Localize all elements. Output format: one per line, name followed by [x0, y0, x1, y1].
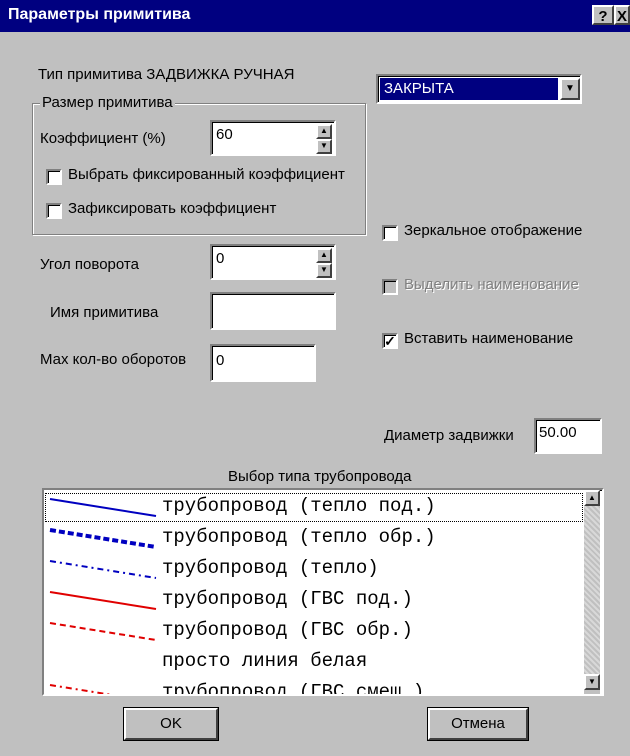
spin-up-icon[interactable]: ▲ [316, 124, 332, 139]
mirror-label: Зеркальное отображение [404, 222, 583, 239]
list-item[interactable]: трубопровод (ГВС обр.) [44, 616, 584, 647]
fixed-coef-label: Выбрать фиксированный коэффициент [68, 166, 345, 183]
max-turns-value: 0 [216, 352, 225, 369]
size-group-title: Размер примитива [40, 94, 175, 111]
highlight-name-checkbox[interactable] [382, 279, 398, 295]
list-item-label: трубопровод (тепло) [162, 557, 379, 579]
line-style-stroke [49, 684, 113, 694]
line-style-swatch [49, 652, 157, 673]
scrollbar[interactable]: ▲ ▼ [584, 490, 600, 694]
list-item-label: трубопровод (ГВС обр.) [162, 619, 413, 641]
scroll-track[interactable] [584, 506, 600, 674]
fixed-coef-checkbox[interactable] [46, 169, 62, 185]
spin-down-icon[interactable]: ▼ [316, 263, 332, 278]
fix-coef-label: Зафиксировать коэффициент [68, 200, 277, 217]
list-item-label: трубопровод (тепло обр.) [162, 526, 436, 548]
max-turns-input[interactable]: 0 [210, 344, 316, 382]
list-item-label: просто линия белая [162, 650, 368, 672]
list-item[interactable]: трубопровод (тепло под.) [44, 492, 584, 523]
help-button[interactable]: ? [592, 5, 614, 25]
line-style-stroke [49, 652, 157, 673]
cancel-button[interactable]: Отмена [427, 707, 529, 741]
coefficient-label: Коэффициент (%) [40, 130, 166, 147]
line-style-stroke [49, 591, 157, 610]
diameter-label: Диаметр задвижки [384, 427, 514, 444]
pipe-list-viewport: трубопровод (тепло под.) трубопровод (теп… [44, 490, 584, 694]
diameter-input[interactable]: 50.00 [534, 418, 602, 454]
diameter-value: 50.00 [539, 424, 577, 441]
line-style-swatch [49, 498, 157, 517]
chevron-down-icon[interactable]: ▼ [560, 78, 580, 100]
scroll-down-icon[interactable]: ▼ [584, 674, 600, 690]
list-item[interactable]: трубопровод (ГВС под.) [44, 585, 584, 616]
line-style-swatch [49, 622, 157, 641]
coefficient-input[interactable]: 60 ▲ ▼ [210, 120, 336, 156]
state-dropdown[interactable]: ЗАКРЫТА ▼ [376, 74, 582, 104]
coefficient-value: 60 [216, 126, 233, 143]
list-item[interactable]: просто линия белая [44, 647, 584, 678]
title-bar: Параметры примитива ? X [0, 0, 630, 32]
max-turns-label: Мах кол-во оборотов [40, 351, 187, 368]
highlight-name-label: Выделить наименование [404, 276, 579, 293]
line-style-stroke [49, 498, 157, 517]
line-style-stroke [49, 560, 157, 579]
list-item-label: трубопровод (тепло под.) [162, 495, 436, 517]
insert-name-checkbox[interactable]: ✓ [382, 333, 398, 349]
list-item[interactable]: трубопровод (тепло обр.) [44, 523, 584, 554]
state-dropdown-value: ЗАКРЫТА [380, 78, 558, 100]
pipe-list[interactable]: трубопровод (тепло под.) трубопровод (теп… [42, 488, 604, 696]
rotation-label: Угол поворота [40, 256, 139, 273]
insert-name-label: Вставить наименование [404, 330, 574, 347]
line-style-swatch [49, 528, 157, 549]
line-style-stroke [49, 622, 157, 641]
ok-button[interactable]: OK [123, 707, 219, 741]
window-title: Параметры примитива [8, 6, 191, 23]
line-style-swatch [49, 560, 157, 579]
line-style-stroke [49, 528, 157, 549]
spin-up-icon[interactable]: ▲ [316, 248, 332, 263]
list-item[interactable]: трубопровод (ГВС смеш.) [44, 678, 584, 694]
close-button[interactable]: X [614, 5, 630, 25]
list-item-label: трубопровод (ГВС смеш.) [162, 681, 425, 694]
fix-coef-checkbox[interactable] [46, 203, 62, 219]
pipe-list-title: Выбор типа трубопровода [228, 468, 412, 485]
name-input[interactable] [210, 292, 336, 330]
primitive-type-label: Тип примитива ЗАДВИЖКА РУЧНАЯ [38, 66, 295, 83]
spin-down-icon[interactable]: ▼ [316, 139, 332, 154]
scroll-up-icon[interactable]: ▲ [584, 490, 600, 506]
list-item[interactable]: трубопровод (тепло) [44, 554, 584, 585]
rotation-input[interactable]: 0 ▲ ▼ [210, 244, 336, 280]
rotation-value: 0 [216, 250, 225, 267]
name-label: Имя примитива [50, 304, 159, 321]
line-style-swatch [49, 591, 157, 610]
mirror-checkbox[interactable] [382, 225, 398, 241]
list-item-label: трубопровод (ГВС под.) [162, 588, 413, 610]
line-style-swatch [49, 684, 113, 694]
